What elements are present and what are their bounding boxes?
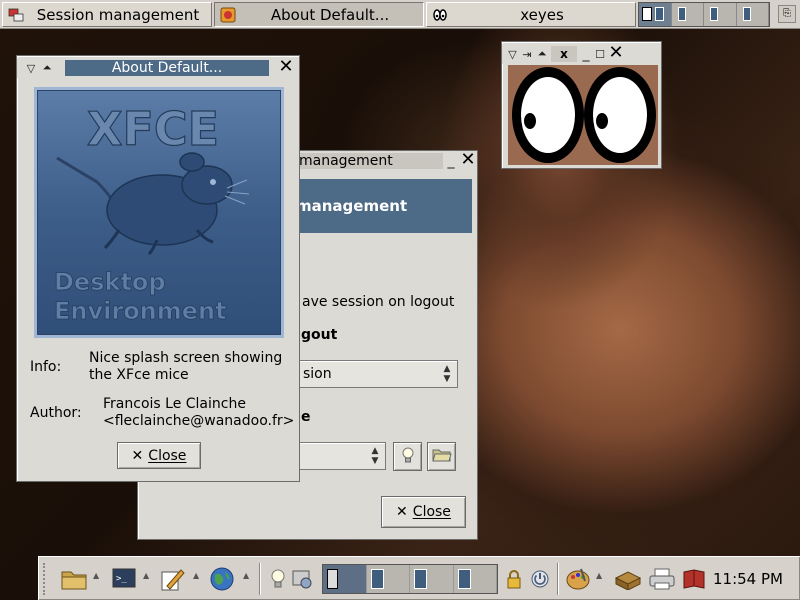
info-label: Info: (30, 359, 62, 375)
text-editor-icon[interactable] (157, 564, 187, 594)
mouse-icon (56, 152, 250, 256)
close-icon[interactable]: ✕ (459, 151, 477, 170)
palette-icon[interactable] (563, 564, 593, 594)
window-title: About Default... (65, 60, 269, 76)
task-label: Session management (36, 5, 200, 24)
folder-open-icon (431, 447, 452, 467)
logout-action-select[interactable]: sion ▲ ▼ (278, 360, 458, 388)
author-label: Author: (30, 405, 82, 421)
chevron-up-icon[interactable]: ▲ (143, 571, 149, 580)
spin-arrows-icon: ▲ ▼ (443, 364, 451, 384)
about-default-window: ▽ ⏶ About Default... ✕ XFCE Desktop Envi… (16, 55, 300, 482)
about-theme-button[interactable] (393, 442, 422, 471)
session-banner: management (280, 179, 472, 233)
panel-workspace-1[interactable] (323, 565, 367, 593)
task-xeyes[interactable]: xeyes (426, 2, 636, 27)
xeyes-canvas (508, 65, 658, 165)
chevron-up-icon[interactable]: ▲ (243, 571, 249, 580)
shade-icon[interactable]: ⏶ (535, 46, 549, 62)
window-title: x (551, 46, 577, 62)
logout-heading: gout (301, 327, 338, 343)
power-icon[interactable] (527, 564, 553, 594)
session-icon (7, 6, 25, 24)
task-label: xeyes (520, 5, 564, 24)
eyes-icon (431, 6, 449, 24)
settings-manager-icon[interactable] (289, 564, 315, 594)
maximize-icon[interactable]: ☐ (593, 46, 607, 62)
lightbulb-icon[interactable] (267, 564, 289, 594)
section-heading: e (301, 409, 311, 425)
terminal-icon[interactable]: >_ (109, 564, 139, 594)
top-taskbar: Session management About Default... xeye… (0, 0, 800, 29)
panel-workspace-pager[interactable] (322, 564, 498, 594)
xfce-splash-image: XFCE Desktop Environment (34, 87, 284, 338)
author-email: <fleclainche@wanadoo.fr> (103, 413, 295, 429)
splash-icon (219, 6, 237, 24)
xeyes-titlebar[interactable]: ▽ ⇥ ⏶ x _ ☐ ✕ (502, 44, 661, 64)
chevron-up-icon[interactable]: ▲ (596, 571, 602, 580)
bottom-panel: ▲ >_ ▲ ▲ ▲ ▲ 11:54 PM (38, 556, 800, 600)
workspace-1[interactable] (639, 3, 672, 26)
workspace-4[interactable] (736, 3, 769, 26)
lightbulb-icon (400, 446, 416, 468)
session-close-button[interactable]: ✕ Close (381, 496, 466, 528)
chevron-up-icon[interactable]: ▲ (193, 571, 199, 580)
close-x-icon: ✕ (396, 504, 408, 520)
panel-handle-icon[interactable] (43, 563, 49, 595)
lock-screen-icon[interactable] (502, 564, 526, 594)
xeyes-window: ▽ ⇥ ⏶ x _ ☐ ✕ (501, 41, 662, 169)
spin-arrows-icon: ▲ ▼ (371, 446, 379, 466)
printer-icon[interactable] (647, 564, 677, 594)
splash-line2: Environment (54, 297, 227, 325)
panel-workspace-4[interactable] (453, 565, 497, 593)
save-session-label[interactable]: ave session on logout (302, 294, 454, 310)
taskbar-menu-icon[interactable]: ⎘ (778, 5, 796, 23)
info-value-line1: Nice splash screen showing (89, 350, 283, 366)
splash-line1: Desktop (54, 268, 166, 296)
menu-down-icon[interactable]: ▽ (506, 46, 519, 62)
minimize-icon[interactable]: _ (443, 153, 459, 169)
splash-logo-text: XFCE (87, 102, 219, 156)
left-pupil (524, 113, 536, 129)
author-name: Francois Le Clainche (103, 396, 246, 412)
help-book-icon[interactable] (679, 564, 709, 594)
menu-down-icon[interactable]: ▽ (23, 60, 39, 76)
window-title: management (295, 153, 443, 169)
close-icon[interactable]: ✕ (277, 58, 295, 77)
file-manager-icon[interactable] (59, 564, 89, 594)
package-icon[interactable] (613, 564, 643, 594)
chevron-up-icon[interactable]: ▲ (93, 571, 99, 580)
workspace-3[interactable] (704, 3, 737, 26)
close-label: Close (148, 447, 187, 464)
close-icon[interactable]: ✕ (607, 44, 625, 63)
select-value: sion (303, 366, 332, 382)
task-label: About Default... (270, 5, 390, 24)
panel-workspace-2[interactable] (366, 565, 410, 593)
about-titlebar[interactable]: ▽ ⏶ About Default... ✕ (17, 58, 299, 78)
close-label: Close (412, 504, 451, 520)
svg-text:>_: >_ (116, 574, 127, 584)
about-close-button[interactable]: ✕ Close (117, 442, 201, 469)
clock[interactable]: 11:54 PM (713, 570, 783, 588)
open-theme-button[interactable] (427, 442, 456, 471)
task-about-default[interactable]: About Default... (214, 2, 424, 27)
stick-icon[interactable]: ⇥ (519, 46, 535, 62)
info-value-line2: the XFce mice (89, 367, 189, 383)
minimize-icon[interactable]: _ (579, 46, 593, 62)
panel-workspace-3[interactable] (410, 565, 454, 593)
right-pupil (596, 113, 608, 129)
task-session-management[interactable]: Session management (2, 2, 212, 27)
workspace-2[interactable] (671, 3, 704, 26)
close-x-icon: ✕ (131, 447, 144, 464)
web-browser-icon[interactable] (207, 564, 237, 594)
shade-icon[interactable]: ⏶ (39, 60, 55, 76)
workspace-pager[interactable] (638, 2, 770, 27)
